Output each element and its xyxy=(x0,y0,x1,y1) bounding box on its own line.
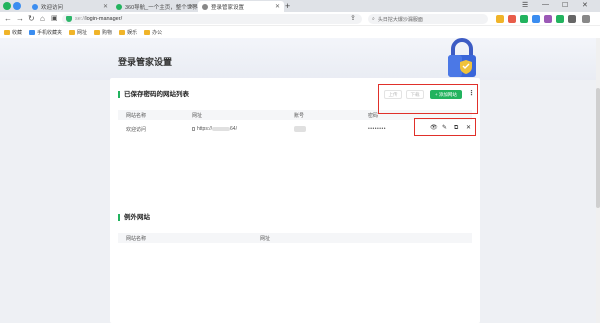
globe-icon xyxy=(32,3,38,10)
extension-icon[interactable] xyxy=(520,15,528,23)
folder-icon xyxy=(69,29,76,35)
shield-icon xyxy=(66,16,72,22)
extension-icon[interactable] xyxy=(532,15,540,23)
window-menu-icon[interactable]: ☰ xyxy=(522,1,528,9)
column-header-name: 网站名称 xyxy=(126,113,147,119)
close-icon[interactable]: ✕ xyxy=(189,3,194,10)
close-icon[interactable]: ✕ xyxy=(103,3,108,10)
briefcase-icon[interactable]: ▣ xyxy=(51,14,58,24)
scrollbar[interactable] xyxy=(596,38,600,323)
browser-logo-icon[interactable] xyxy=(3,2,11,10)
url-protocol: se:// xyxy=(75,16,86,22)
menu-icon[interactable] xyxy=(582,15,590,23)
url-path: login-manager/ xyxy=(85,16,123,22)
exception-sites-card: 例外网站 网站名称 网址 xyxy=(110,205,480,323)
extension-icon[interactable] xyxy=(496,15,504,23)
site-url: https:// 64/ xyxy=(192,126,237,132)
lock-icon xyxy=(448,38,476,77)
bookmark-mobile[interactable]: 手机收藏夹 xyxy=(29,29,62,36)
share-icon[interactable]: ⇪ xyxy=(350,14,356,24)
home-icon[interactable]: ⌂ xyxy=(40,14,45,24)
extension-icon[interactable] xyxy=(556,15,564,23)
exception-sites-title: 例外网站 xyxy=(118,214,150,221)
360-icon xyxy=(116,3,122,10)
folder-icon xyxy=(144,29,151,35)
bookmark-label: 手机收藏夹 xyxy=(37,29,63,36)
bookmark-label: 办公 xyxy=(152,29,163,36)
column-header-password: 密码 xyxy=(368,113,379,119)
tab-label: 360导航_一个主页，整个世界 xyxy=(125,4,198,11)
bookmark-sites[interactable]: 网址 xyxy=(69,29,87,36)
user-avatar-icon[interactable] xyxy=(13,2,21,10)
column-header-name: 网站名称 xyxy=(126,236,147,242)
exception-table-header: 网站名称 网址 xyxy=(118,233,472,243)
redacted-area xyxy=(294,126,306,132)
search-input[interactable]: ⌕ 头日挖大爆沙漏服面 xyxy=(368,14,488,24)
extension-icon[interactable] xyxy=(508,15,516,23)
page-content: 登录管家设置 已保存密码的网站列表 上传 下载 + 添加网站 ⋮ 网站名称 网址… xyxy=(0,38,600,323)
folder-icon xyxy=(119,29,126,35)
bookmark-label: 娱乐 xyxy=(127,29,138,36)
bookmark-entertainment[interactable]: 娱乐 xyxy=(119,29,137,36)
forward-icon[interactable]: → xyxy=(16,14,24,24)
close-icon[interactable]: ✕ xyxy=(275,3,280,10)
tab-bar: 欢迎访问 ✕ 360导航_一个主页，整个世界 ✕ 登录管家设置 ✕ + ☰ — … xyxy=(0,0,600,12)
extension-icon[interactable] xyxy=(544,15,552,23)
scrollbar-thumb[interactable] xyxy=(596,88,600,208)
url-suffix: 64/ xyxy=(230,126,237,132)
reload-icon[interactable]: ↻ xyxy=(28,14,35,24)
site-name: 欢迎访问 xyxy=(126,127,147,133)
column-header-url: 网址 xyxy=(192,113,203,119)
bookmark-office[interactable]: 办公 xyxy=(144,29,162,36)
document-icon xyxy=(192,126,195,131)
bookmark-label: 购物 xyxy=(102,29,113,36)
extension-icon[interactable] xyxy=(568,15,576,23)
password-value: •••••••• xyxy=(368,126,387,132)
column-header-account: 账号 xyxy=(294,113,305,119)
back-icon[interactable]: ← xyxy=(4,14,12,24)
tab-login-manager[interactable]: 登录管家设置 ✕ xyxy=(198,1,284,12)
bookmark-shopping[interactable]: 购物 xyxy=(94,29,112,36)
url-prefix: https:// xyxy=(197,126,213,132)
column-header-url: 网址 xyxy=(260,236,271,242)
bookmark-favorites[interactable]: 收藏 xyxy=(4,29,22,36)
account-value xyxy=(294,126,306,132)
highlight-toolbar-frame xyxy=(378,84,478,114)
phone-icon xyxy=(29,29,36,35)
bookmarks-bar: 收藏 手机收藏夹 网址 购物 娱乐 办公 xyxy=(0,27,600,37)
tab-label: 欢迎访问 xyxy=(41,4,64,11)
minimize-icon[interactable]: — xyxy=(542,1,549,8)
address-bar: ← → ↻ ⌂ ▣ se:// login-manager/ ⇪ ⌕ 头日挖大爆… xyxy=(0,12,600,26)
search-placeholder: 头日挖大爆沙漏服面 xyxy=(377,16,423,23)
tab-360-nav[interactable]: 360导航_一个主页，整个世界 ✕ xyxy=(112,1,198,12)
tab-label: 登录管家设置 xyxy=(211,4,245,11)
search-icon: ⌕ xyxy=(372,16,375,22)
bookmark-label: 收藏 xyxy=(12,29,23,36)
close-window-icon[interactable]: ✕ xyxy=(582,1,588,9)
bookmark-label: 网址 xyxy=(77,29,88,36)
new-tab-button[interactable]: + xyxy=(285,1,290,11)
settings-icon xyxy=(202,3,208,10)
page-header xyxy=(0,38,600,80)
maximize-icon[interactable]: ☐ xyxy=(562,1,568,9)
tab-welcome[interactable]: 欢迎访问 ✕ xyxy=(28,1,112,12)
page-title: 登录管家设置 xyxy=(118,57,173,67)
folder-icon xyxy=(94,29,101,35)
url-input[interactable]: se:// login-manager/ xyxy=(62,14,362,24)
saved-passwords-title: 已保存密码的网站列表 xyxy=(118,91,189,98)
redacted-area xyxy=(212,126,231,131)
highlight-actions-frame xyxy=(414,118,476,136)
star-icon xyxy=(4,29,10,35)
